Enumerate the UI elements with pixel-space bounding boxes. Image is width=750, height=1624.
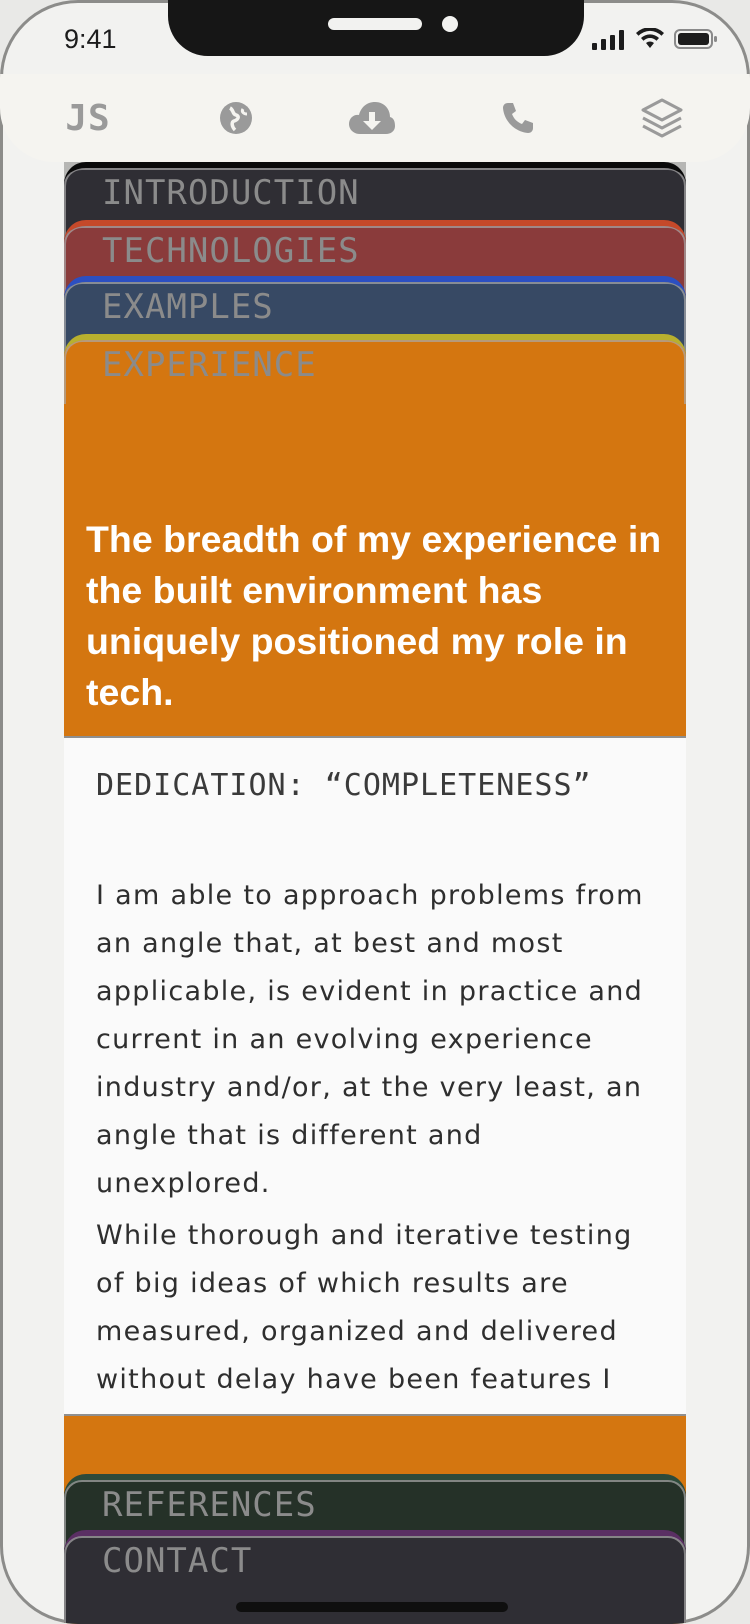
tab-contact-label: CONTACT <box>102 1541 253 1581</box>
wifi-icon <box>636 28 664 48</box>
tab-references-label: REFERENCES <box>102 1485 317 1525</box>
phone-frame: 9:41 JS INTRODUCTION TECHNOLOGIES EXAMPL… <box>0 0 750 1624</box>
front-camera <box>442 16 458 32</box>
status-icons <box>592 28 718 50</box>
tab-introduction-label: INTRODUCTION <box>102 173 360 213</box>
nav-download-button[interactable] <box>336 82 408 154</box>
content-scroll-area[interactable]: INTRODUCTION TECHNOLOGIES EXAMPLES EXPER… <box>64 140 686 1624</box>
logo-text: JS <box>65 97 111 139</box>
globe-icon <box>220 102 252 134</box>
experience-card: DEDICATION: “COMPLETENESS” I am able to … <box>64 736 686 1416</box>
cellular-signal-icon <box>592 30 624 50</box>
logo-button[interactable]: JS <box>52 82 124 154</box>
cloud-download-icon <box>349 102 395 134</box>
app-header: JS <box>0 74 750 162</box>
nav-layers-button[interactable] <box>626 82 698 154</box>
nav-phone-button[interactable] <box>482 82 554 154</box>
card-paragraph-1: I am able to approach problems from an a… <box>96 880 644 1199</box>
nav-globe-button[interactable] <box>200 82 272 154</box>
tab-experience-label: EXPERIENCE <box>102 345 317 385</box>
card-paragraph-2: While thorough and iterative testing of … <box>96 1220 633 1395</box>
home-indicator[interactable] <box>236 1602 508 1612</box>
experience-headline: The breadth of my experience in the buil… <box>86 518 662 713</box>
status-time: 9:41 <box>64 24 117 54</box>
battery-icon <box>674 29 717 49</box>
card-title: DEDICATION: “COMPLETENESS” <box>96 768 592 803</box>
tab-examples-label: EXAMPLES <box>102 287 274 327</box>
tab-technologies-label: TECHNOLOGIES <box>102 231 360 271</box>
tab-experience[interactable]: EXPERIENCE <box>64 334 686 406</box>
device-notch <box>168 0 584 56</box>
speaker-grille <box>328 18 422 30</box>
layers-icon <box>641 98 683 138</box>
phone-icon <box>503 103 533 133</box>
